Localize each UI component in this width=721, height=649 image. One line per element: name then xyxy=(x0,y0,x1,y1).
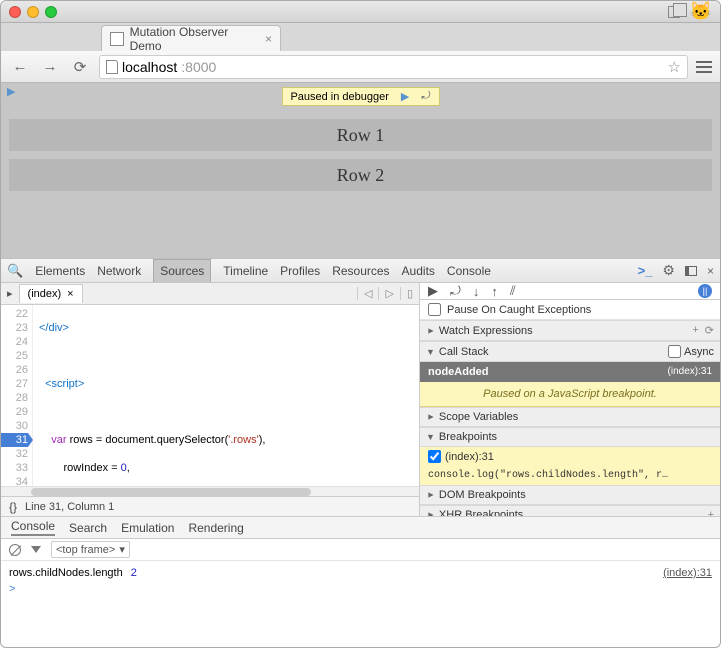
step-over-button[interactable]: ⤾ xyxy=(421,90,430,103)
url-host: localhost xyxy=(122,59,177,75)
frame-selector[interactable]: <top frame>▾ xyxy=(51,541,130,558)
sources-editor: ▸ (index) × ◁ ▷ ▯ 2223 2425 2627 2829 30… xyxy=(1,283,420,516)
debugger-sidebar: ▶ ⤾ ↓ ↑ ⫽ || Pause On Caught Exceptions … xyxy=(420,283,720,516)
minimize-window-button[interactable] xyxy=(27,6,39,18)
dock-side-icon[interactable] xyxy=(685,266,697,276)
console-value: 2 xyxy=(131,567,137,579)
resume-button[interactable]: ▶ xyxy=(428,283,438,299)
watch-section-header[interactable]: ▼Watch Expressions +⟳ xyxy=(420,320,720,341)
editor-statusbar: {} Line 31, Column 1 xyxy=(1,496,419,516)
tab-title: Mutation Observer Demo xyxy=(130,25,259,53)
scope-section-header[interactable]: ▼Scope Variables xyxy=(420,407,720,427)
devtools-tabbar: 🔍 Elements Network Sources Timeline Prof… xyxy=(1,259,720,283)
tab-elements[interactable]: Elements xyxy=(35,264,85,278)
pause-caught-label: Pause On Caught Exceptions xyxy=(447,304,591,316)
drawer-tab-console[interactable]: Console xyxy=(11,519,55,536)
horizontal-scrollbar[interactable] xyxy=(1,486,419,496)
file-close-icon[interactable]: × xyxy=(67,288,73,300)
drawer-tabbar: Console Search Emulation Rendering xyxy=(1,517,720,539)
line-gutter[interactable]: 2223 2425 2627 2829 3031 3233 3435 3637 xyxy=(1,305,33,486)
tab-sources[interactable]: Sources xyxy=(153,259,211,282)
breakpoint-location[interactable]: (index):31 xyxy=(445,451,494,463)
xhr-bp-section-header[interactable]: ▼XHR Breakpoints+ xyxy=(420,505,720,516)
tab-profiles[interactable]: Profiles xyxy=(280,264,320,278)
history-fwd-icon[interactable]: ▷ xyxy=(378,287,399,300)
callstack-section-header[interactable]: ▼Call Stack Async xyxy=(420,341,720,362)
page-row: Row 1 xyxy=(9,119,712,151)
drawer-tab-rendering[interactable]: Rendering xyxy=(188,521,243,535)
tab-resources[interactable]: Resources xyxy=(332,264,389,278)
devtools-close-icon[interactable]: × xyxy=(707,264,714,278)
add-xhr-bp-icon[interactable]: + xyxy=(708,509,714,516)
tab-audits[interactable]: Audits xyxy=(402,264,435,278)
tab-console[interactable]: Console xyxy=(447,264,491,278)
devtools: 🔍 Elements Network Sources Timeline Prof… xyxy=(1,258,720,649)
step-into-button[interactable]: ↓ xyxy=(473,284,480,299)
browser-tab[interactable]: Mutation Observer Demo × xyxy=(101,25,281,51)
pause-caught-checkbox[interactable] xyxy=(428,303,441,316)
file-tab[interactable]: (index) × xyxy=(19,284,83,303)
tab-network[interactable]: Network xyxy=(97,264,141,278)
url-port: :8000 xyxy=(181,59,216,75)
paused-overlay: Paused in debugger ▶ ⤾ xyxy=(281,87,439,106)
resume-button[interactable]: ▶ xyxy=(401,90,409,103)
chrome-menu-button[interactable] xyxy=(696,61,712,73)
page-paused-icon[interactable]: ▶ xyxy=(7,85,15,98)
breakpoints-section-header[interactable]: ▼Breakpoints xyxy=(420,427,720,447)
reload-button[interactable]: ⟳ xyxy=(69,56,91,78)
zoom-window-button[interactable] xyxy=(45,6,57,18)
page-icon xyxy=(106,60,118,74)
refresh-watch-icon[interactable]: ⟳ xyxy=(705,324,714,337)
code-content[interactable]: </div> <script> var rows = document.quer… xyxy=(33,305,419,486)
drawer-tab-emulation[interactable]: Emulation xyxy=(121,521,174,535)
inspect-icon[interactable]: 🔍 xyxy=(7,263,23,279)
filter-icon[interactable] xyxy=(31,546,41,553)
console-prompt[interactable]: > xyxy=(9,581,712,597)
history-back-icon[interactable]: ◁ xyxy=(357,287,378,300)
close-window-button[interactable] xyxy=(9,6,21,18)
step-out-button[interactable]: ↑ xyxy=(491,284,498,299)
browser-toolbar: ← → ⟳ localhost:8000 ☆ xyxy=(1,51,720,83)
page-viewport: ▶ Paused in debugger ▶ ⤾ Row 1 Row 2 xyxy=(1,83,720,258)
pause-exceptions-button[interactable]: || xyxy=(698,284,712,298)
paused-reason: Paused on a JavaScript breakpoint. xyxy=(420,382,720,407)
debugger-toolbar: ▶ ⤾ ↓ ↑ ⫽ || xyxy=(420,283,720,300)
fullscreen-icon[interactable] xyxy=(668,6,680,18)
settings-icon[interactable]: ⚙ xyxy=(662,262,675,279)
deactivate-bp-button[interactable]: ⫽ xyxy=(510,283,516,299)
traffic-lights xyxy=(9,6,57,18)
devtools-drawer: Console Search Emulation Rendering <top … xyxy=(1,516,720,628)
clear-console-icon[interactable] xyxy=(9,544,21,556)
file-name: (index) xyxy=(28,288,62,300)
add-watch-icon[interactable]: + xyxy=(692,324,698,337)
forward-button[interactable]: → xyxy=(39,56,61,78)
show-navigator-icon[interactable]: ▯ xyxy=(400,287,419,300)
breakpoint-snippet[interactable]: console.log("rows.childNodes.length", r… xyxy=(420,466,720,485)
browser-tabstrip: Mutation Observer Demo × xyxy=(1,23,720,51)
back-button[interactable]: ← xyxy=(9,56,31,78)
breakpoint-checkbox[interactable] xyxy=(428,450,441,463)
omnibox[interactable]: localhost:8000 ☆ xyxy=(99,55,688,79)
tab-timeline[interactable]: Timeline xyxy=(223,264,268,278)
console-output[interactable]: rows.childNodes.length 2 (index):31 > xyxy=(1,561,720,601)
pretty-print-icon[interactable]: {} xyxy=(9,500,17,514)
console-message: rows.childNodes.length xyxy=(9,567,123,579)
step-over-button[interactable]: ⤾ xyxy=(450,283,461,299)
async-checkbox[interactable] xyxy=(668,345,681,358)
profile-icon[interactable]: 🐱 xyxy=(690,1,712,22)
callstack-frame[interactable]: nodeAdded (index):31 xyxy=(420,362,720,382)
dom-bp-section-header[interactable]: ▼DOM Breakpoints xyxy=(420,485,720,505)
window-titlebar: 🐱 xyxy=(1,1,720,23)
cursor-position: Line 31, Column 1 xyxy=(25,501,114,513)
navigator-toggle-icon[interactable]: ▸ xyxy=(1,287,19,300)
page-row: Row 2 xyxy=(9,159,712,191)
tab-close-icon[interactable]: × xyxy=(265,32,272,46)
console-source-link[interactable]: (index):31 xyxy=(663,567,712,579)
paused-label: Paused in debugger xyxy=(290,91,388,103)
toggle-drawer-button[interactable]: >_ xyxy=(638,263,653,278)
drawer-tab-search[interactable]: Search xyxy=(69,521,107,535)
bookmark-star-icon[interactable]: ☆ xyxy=(668,58,681,76)
favicon-icon xyxy=(110,32,124,46)
